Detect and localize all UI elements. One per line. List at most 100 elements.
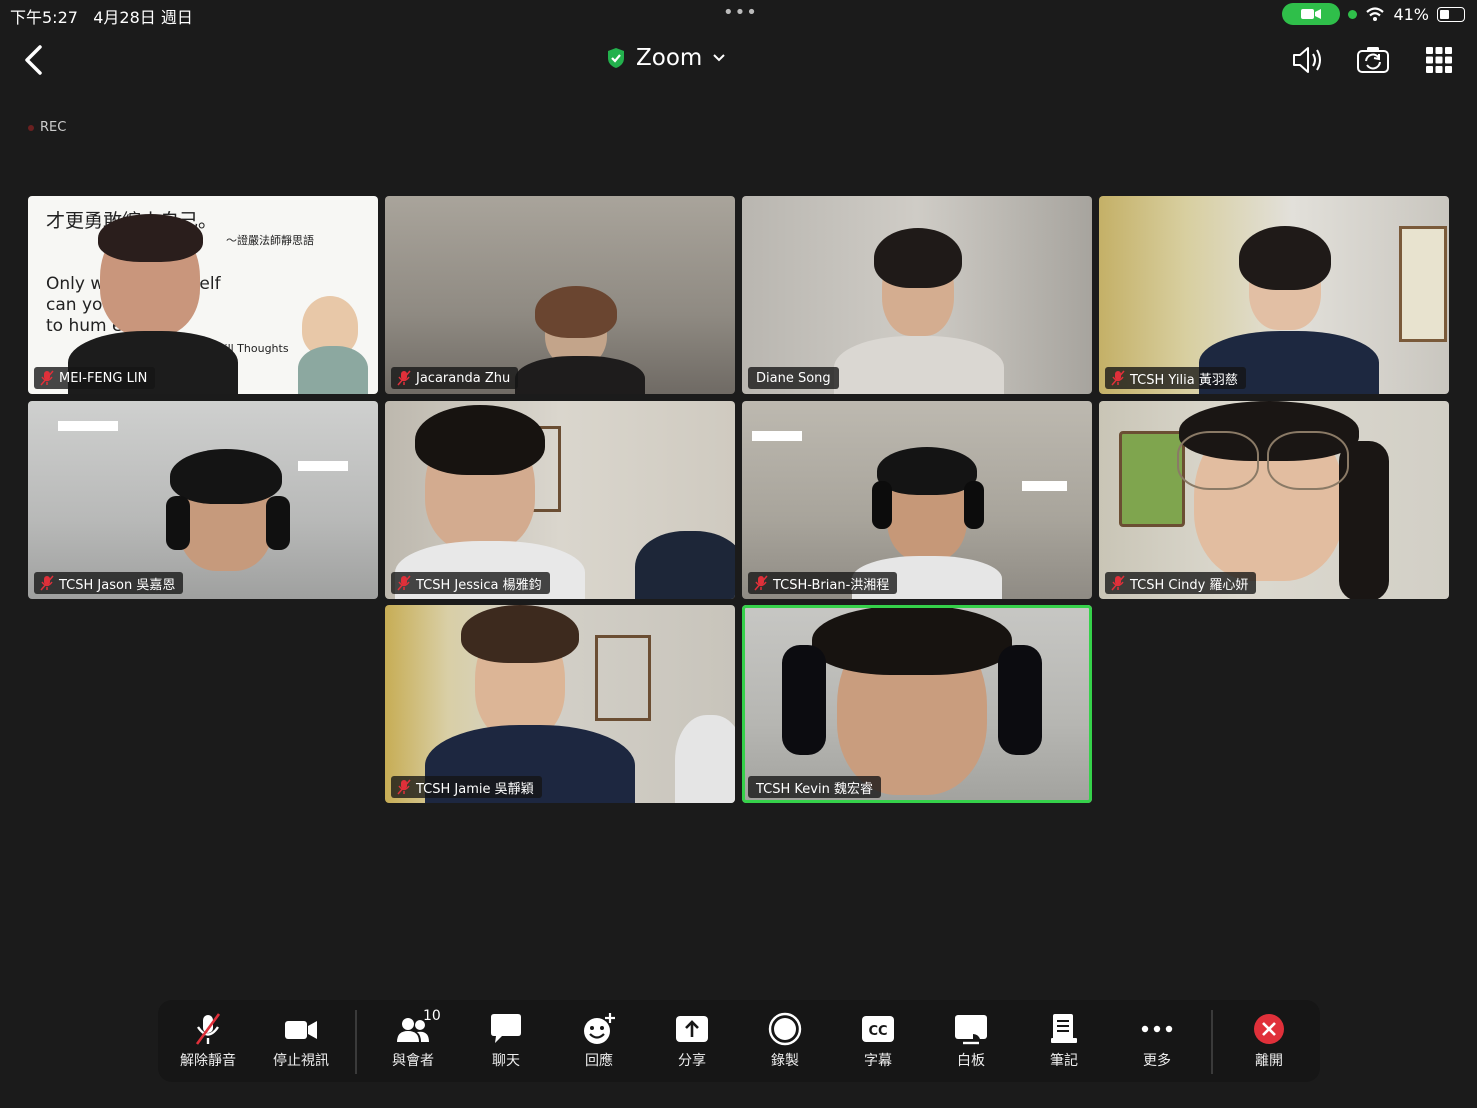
participant-hair bbox=[812, 605, 1012, 675]
participant-hair bbox=[535, 286, 617, 338]
participant-hair bbox=[877, 447, 977, 495]
headphone-icon bbox=[166, 496, 190, 550]
recording-indicator: REC bbox=[28, 120, 66, 135]
participant-hair bbox=[1239, 226, 1331, 290]
participants-count: 10 bbox=[423, 1008, 441, 1024]
share-button[interactable]: 分享 bbox=[652, 1012, 732, 1070]
participant-hair bbox=[415, 405, 545, 475]
name-tag: TCSH-Brian-洪湘程 bbox=[748, 572, 898, 594]
name-tag: TCSH Cindy 羅心妍 bbox=[1105, 572, 1257, 594]
record-icon bbox=[768, 1012, 802, 1046]
camera-in-use-icon bbox=[1282, 3, 1341, 25]
muted-mic-icon bbox=[40, 370, 54, 386]
leave-button[interactable]: 離開 bbox=[1229, 1012, 1309, 1070]
captions-button[interactable]: CC 字幕 bbox=[838, 1012, 918, 1070]
participant-body bbox=[834, 336, 1004, 394]
participant-arm bbox=[635, 531, 735, 599]
participant-hair bbox=[874, 228, 962, 288]
video-tile-tcsh-kevin-active-speaker[interactable]: TCSH Kevin 魏宏睿 bbox=[742, 605, 1092, 803]
headphone-icon bbox=[872, 481, 892, 529]
shield-check-icon bbox=[608, 48, 624, 68]
video-tile-jacaranda-zhu[interactable]: Jacaranda Zhu bbox=[385, 196, 735, 394]
name-tag: TCSH Kevin 魏宏睿 bbox=[748, 776, 881, 798]
status-time-date: 下午5:27 4月28日 週日 bbox=[10, 8, 193, 27]
background-person bbox=[675, 715, 735, 803]
chat-bubble-icon bbox=[491, 1014, 521, 1043]
participant-hair bbox=[461, 605, 579, 663]
headphone-icon bbox=[266, 496, 290, 550]
headphone-icon bbox=[998, 645, 1042, 755]
wifi-icon bbox=[1366, 6, 1385, 21]
whiteboard-button[interactable]: 白板 bbox=[931, 1012, 1011, 1070]
multitasking-dots-icon[interactable]: ••• bbox=[723, 2, 758, 23]
cartoon-figure-body bbox=[298, 346, 368, 394]
share-upload-icon bbox=[676, 1016, 708, 1042]
emoji-add-icon bbox=[584, 1013, 615, 1044]
participant-hair bbox=[170, 449, 282, 504]
participant-hair bbox=[98, 214, 203, 262]
chevron-down-icon[interactable] bbox=[712, 53, 726, 63]
more-dots-icon bbox=[1141, 1025, 1173, 1033]
wall-frame bbox=[595, 635, 651, 721]
video-tile-tcsh-yilia[interactable]: TCSH Yilia 黃羽慈 bbox=[1099, 196, 1449, 394]
video-tile-tcsh-cindy[interactable]: TCSH Cindy 羅心妍 bbox=[1099, 401, 1449, 599]
muted-mic-icon bbox=[195, 1013, 221, 1045]
whiteboard-icon bbox=[955, 1015, 987, 1045]
ceiling-light bbox=[298, 461, 348, 471]
name-tag: MEI-FENG LIN bbox=[34, 367, 156, 389]
headphone-icon bbox=[964, 481, 984, 529]
leave-close-icon bbox=[1254, 1014, 1284, 1044]
muted-mic-icon bbox=[40, 575, 54, 591]
muted-mic-icon bbox=[397, 370, 411, 386]
muted-mic-icon bbox=[1111, 575, 1125, 591]
switch-camera-icon[interactable] bbox=[1356, 44, 1390, 76]
video-tile-mei-feng-lin[interactable]: 才更勇敢縮小自己。 ～證嚴法師靜思語 Only w pect yourself … bbox=[28, 196, 378, 394]
status-bar: 下午5:27 4月28日 週日 ••• 41% bbox=[0, 0, 1477, 28]
closed-captions-icon: CC bbox=[862, 1016, 894, 1042]
name-tag: TCSH Yilia 黃羽慈 bbox=[1105, 367, 1246, 389]
notes-icon bbox=[1051, 1014, 1077, 1043]
glasses-icon bbox=[1267, 431, 1349, 490]
record-button[interactable]: 錄製 bbox=[745, 1012, 825, 1070]
unmute-button[interactable]: 解除靜音 bbox=[168, 1012, 248, 1070]
muted-mic-icon bbox=[1111, 370, 1125, 386]
name-tag: Diane Song bbox=[748, 367, 839, 389]
participants-button[interactable]: 10 與會者 bbox=[373, 1008, 453, 1070]
meeting-title[interactable]: Zoom bbox=[606, 45, 726, 71]
chat-button[interactable]: 聊天 bbox=[466, 1012, 546, 1070]
muted-mic-icon bbox=[397, 779, 411, 795]
react-button[interactable]: 回應 bbox=[559, 1012, 639, 1070]
privacy-indicator-icon bbox=[1348, 9, 1358, 19]
video-tile-tcsh-jamie[interactable]: TCSH Jamie 吳靜穎 bbox=[385, 605, 735, 803]
battery-percent: 41% bbox=[1393, 4, 1429, 24]
toolbar-divider bbox=[1211, 1010, 1213, 1074]
video-camera-icon bbox=[285, 1021, 317, 1039]
ceiling-light bbox=[752, 431, 802, 441]
gallery-grid-icon[interactable] bbox=[1422, 44, 1456, 76]
more-button[interactable]: 更多 bbox=[1117, 1012, 1197, 1070]
name-tag: Jacaranda Zhu bbox=[391, 367, 519, 389]
glasses-icon bbox=[1177, 431, 1259, 490]
svg-text:CC: CC bbox=[868, 1024, 887, 1039]
video-tile-tcsh-jason[interactable]: TCSH Jason 吳嘉恩 bbox=[28, 401, 378, 599]
record-dot-icon bbox=[28, 124, 34, 131]
name-tag: TCSH Jason 吳嘉恩 bbox=[34, 572, 184, 594]
back-chevron-icon[interactable] bbox=[20, 44, 50, 76]
toolbar-divider bbox=[355, 1010, 357, 1074]
headphone-icon bbox=[782, 645, 826, 755]
video-tile-tcsh-jessica[interactable]: TCSH Jessica 楊雅鈞 bbox=[385, 401, 735, 599]
speaker-icon[interactable] bbox=[1290, 44, 1324, 76]
wall-frame bbox=[1119, 431, 1185, 527]
stop-video-button[interactable]: 停止視訊 bbox=[261, 1012, 341, 1070]
ceiling-light bbox=[1022, 481, 1067, 491]
name-tag: TCSH Jessica 楊雅鈞 bbox=[391, 572, 550, 594]
meeting-toolbar: 解除靜音 停止視訊 10 與會者 聊天 回應 分享 錄製 CC 字幕 白板 筆記 bbox=[158, 1000, 1320, 1082]
notes-button[interactable]: 筆記 bbox=[1024, 1012, 1104, 1070]
video-tile-diane-song[interactable]: Diane Song bbox=[742, 196, 1092, 394]
ceiling-light bbox=[58, 421, 118, 431]
name-tag: TCSH Jamie 吳靜穎 bbox=[391, 776, 542, 798]
slide-attribution: ～證嚴法師靜思語 bbox=[226, 234, 314, 247]
muted-mic-icon bbox=[397, 575, 411, 591]
video-tile-tcsh-brian[interactable]: TCSH-Brian-洪湘程 bbox=[742, 401, 1092, 599]
wall-frame bbox=[1399, 226, 1447, 342]
